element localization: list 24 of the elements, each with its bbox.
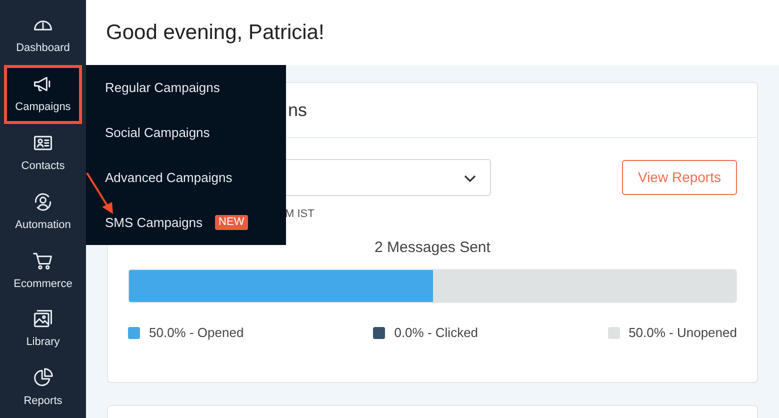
legend-label: 50.0% - Unopened xyxy=(628,324,737,342)
sidebar-item[interactable]: Contacts xyxy=(4,124,82,183)
menu-item[interactable]: Advanced Campaigns xyxy=(86,155,286,200)
legend-label: 50.0% - Opened xyxy=(149,324,244,342)
greeting: Good evening, Patricia! xyxy=(106,20,324,46)
sidebar-item[interactable]: Reports xyxy=(4,359,82,418)
legend-label: 0.0% - Clicked xyxy=(394,324,478,342)
sidebar-item[interactable]: Campaigns xyxy=(4,64,82,124)
sidebar-item[interactable]: Automation xyxy=(4,182,82,242)
menu-item[interactable]: Social Campaigns xyxy=(86,110,286,155)
person-cycle-icon xyxy=(32,190,54,213)
menu-item-label[interactable]: Advanced Campaigns xyxy=(105,168,232,188)
menu-item-label[interactable]: SMS Campaigns xyxy=(105,212,203,232)
sidebar-item[interactable]: Library xyxy=(4,300,82,360)
sidebar-item[interactable]: Ecommerce xyxy=(4,241,82,300)
menu-item[interactable]: SMS Campaigns NEW xyxy=(86,200,286,245)
time-text: M IST xyxy=(285,207,314,222)
messages-sent-text: 2 Messages Sent xyxy=(374,238,492,258)
new-badge: NEW xyxy=(214,215,248,230)
menu-item-label[interactable]: Social Campaigns xyxy=(105,122,210,142)
card-title: ns xyxy=(288,98,308,122)
menu-item[interactable]: Regular Campaigns xyxy=(86,65,286,110)
sidebar-item[interactable]: Dashboard xyxy=(4,6,82,65)
menu-item-label[interactable]: Regular Campaigns xyxy=(105,78,220,98)
